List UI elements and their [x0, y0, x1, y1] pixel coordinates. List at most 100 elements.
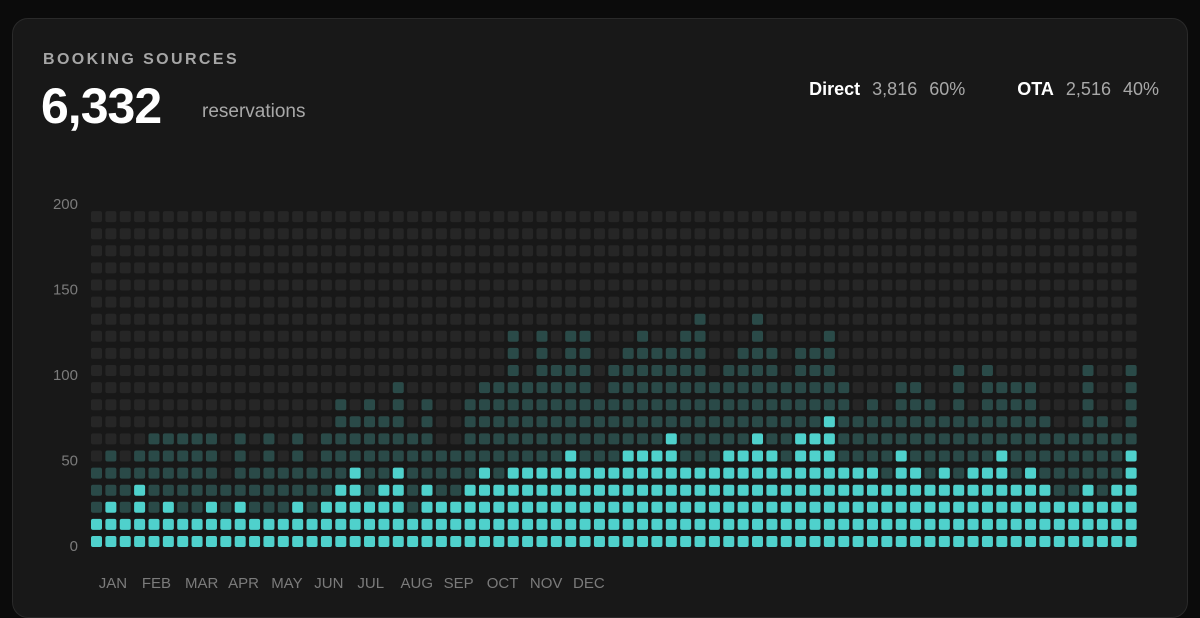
empty-cell [938, 330, 950, 342]
empty-cell [565, 211, 577, 223]
empty-cell [91, 313, 102, 325]
empty-cell [924, 245, 936, 257]
ota-cell [162, 433, 174, 445]
empty-cell [881, 330, 893, 342]
direct-cell [1111, 536, 1123, 547]
empty-cell [105, 262, 117, 274]
empty-cell [478, 330, 490, 342]
empty-cell [478, 279, 490, 291]
direct-cell [565, 467, 577, 479]
empty-cell [522, 262, 534, 274]
empty-cell [608, 211, 620, 223]
direct-cell [651, 501, 663, 513]
ota-cell [895, 399, 907, 411]
empty-cell [148, 279, 160, 291]
empty-cell [910, 313, 922, 325]
empty-cell [435, 330, 447, 342]
direct-cell [953, 501, 965, 513]
empty-cell [1096, 382, 1108, 394]
direct-cell [249, 518, 261, 530]
empty-cell [1025, 296, 1037, 308]
empty-cell [637, 313, 649, 325]
ota-cell [1053, 433, 1065, 445]
empty-cell [766, 211, 778, 223]
waffle-chart: 200 150 100 50 0 JAN FEB MAR APR MAY JUN JUL AUG SEP O… [53, 196, 1137, 590]
empty-cell [1053, 330, 1065, 342]
empty-cell [450, 296, 462, 308]
empty-cell [234, 416, 246, 428]
ota-cell [780, 416, 792, 428]
empty-cell [493, 279, 505, 291]
ota-cell [277, 484, 289, 496]
empty-cell [407, 211, 419, 223]
empty-cell [737, 228, 749, 240]
direct-cell [809, 433, 821, 445]
empty-cell [866, 382, 878, 394]
direct-cell [895, 501, 907, 513]
empty-cell [407, 365, 419, 376]
empty-cell [967, 365, 979, 376]
empty-cell [263, 330, 275, 342]
empty-cell [823, 211, 835, 223]
empty-cell [967, 211, 979, 223]
ota-cell [1082, 450, 1094, 462]
ota-cell [608, 450, 620, 462]
empty-cell [277, 313, 289, 325]
ota-cell [249, 501, 261, 513]
direct-cell [780, 501, 792, 513]
ota-cell [177, 450, 189, 462]
empty-cell [378, 279, 390, 291]
empty-cell [1111, 399, 1123, 411]
direct-cell [924, 484, 936, 496]
empty-cell [292, 245, 304, 257]
empty-cell [766, 330, 778, 342]
empty-cell [550, 262, 562, 274]
direct-cell [780, 484, 792, 496]
ota-cell [565, 365, 577, 376]
ota-cell [148, 450, 160, 462]
ota-cell [622, 347, 634, 359]
ota-cell [637, 330, 649, 342]
empty-cell [450, 330, 462, 342]
empty-cell [967, 262, 979, 274]
empty-cell [1068, 262, 1080, 274]
direct-cell [234, 536, 246, 547]
ota-cell [435, 450, 447, 462]
empty-cell [1125, 228, 1137, 240]
empty-cell [1082, 296, 1094, 308]
empty-cell [795, 211, 807, 223]
empty-cell [364, 313, 376, 325]
direct-cell [378, 536, 390, 547]
ota-cell [579, 330, 591, 342]
empty-cell [177, 416, 189, 428]
direct-cell [478, 467, 490, 479]
empty-cell [780, 211, 792, 223]
empty-cell [177, 245, 189, 257]
empty-cell [651, 245, 663, 257]
empty-cell [809, 313, 821, 325]
direct-cell [579, 501, 591, 513]
empty-cell [205, 416, 217, 428]
empty-cell [981, 313, 993, 325]
empty-cell [277, 296, 289, 308]
empty-cell [335, 330, 347, 342]
direct-cell [464, 484, 476, 496]
empty-cell [522, 211, 534, 223]
direct-cell [335, 501, 347, 513]
direct-cell [637, 518, 649, 530]
empty-cell [1125, 262, 1137, 274]
direct-cell [292, 536, 304, 547]
empty-cell [464, 330, 476, 342]
empty-cell [838, 330, 850, 342]
direct-cell [1082, 536, 1094, 547]
empty-cell [119, 296, 131, 308]
ota-cell [895, 416, 907, 428]
ota-cell [838, 399, 850, 411]
direct-cell [593, 467, 605, 479]
empty-cell [234, 228, 246, 240]
empty-cell [651, 313, 663, 325]
empty-cell [1053, 262, 1065, 274]
ota-cell [364, 484, 376, 496]
ota-cell [694, 382, 706, 394]
ota-cell [478, 399, 490, 411]
